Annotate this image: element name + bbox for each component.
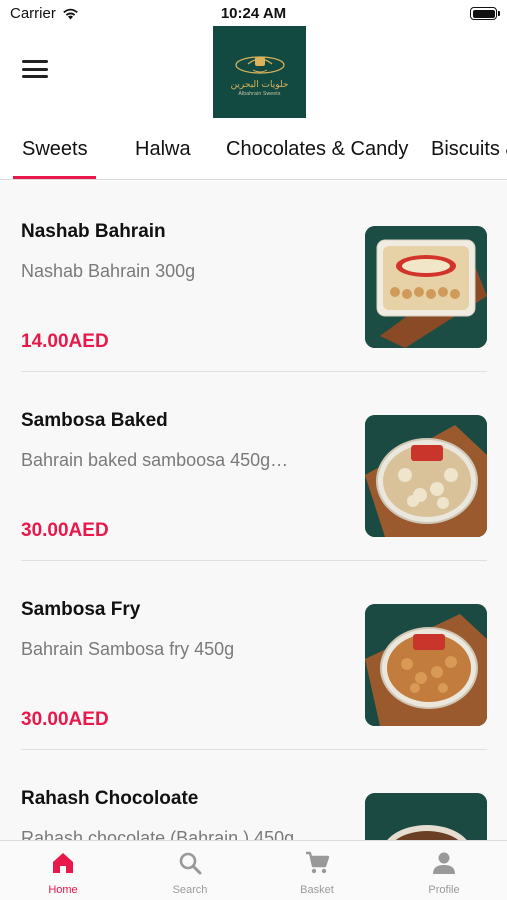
logo-text-arabic: حلويات البحرين xyxy=(230,79,289,90)
product-description: Nashab Bahrain 300g xyxy=(21,261,196,281)
status-bar: Carrier 10:24 AM xyxy=(0,0,507,28)
cart-icon xyxy=(306,851,330,874)
product-image[interactable] xyxy=(365,604,487,726)
product-image[interactable] xyxy=(365,415,487,537)
product-price: 30.00AED xyxy=(21,709,109,730)
product-name: Sambosa Fry xyxy=(21,599,141,620)
hamburger-icon xyxy=(22,60,48,63)
category-tabs: Sweets Halwa Chocolates & Candy Biscuits… xyxy=(0,124,507,180)
product-card[interactable]: Sambosa Baked Bahrain baked samboosa 450… xyxy=(0,370,507,561)
nashab-box-image xyxy=(365,226,487,348)
product-description: Bahrain baked samboosa 450g… xyxy=(21,450,289,470)
tab-sweets[interactable]: Sweets xyxy=(22,138,88,161)
logo-text-english: Albahrain Sweets xyxy=(238,90,281,97)
product-price: 30.00AED xyxy=(21,520,109,541)
product-name: Sambosa Baked xyxy=(21,410,168,431)
search-icon xyxy=(179,852,202,875)
product-price: 14.00AED xyxy=(21,331,109,352)
product-description: Rahash chocolate (Bahrain ) 450g xyxy=(21,828,295,840)
sambosa-baked-image xyxy=(365,415,487,537)
tabbar-label: Profile xyxy=(428,884,460,896)
sambosa-fry-image xyxy=(365,604,487,726)
tabbar-search[interactable]: Search xyxy=(127,841,253,900)
tabbar-label: Search xyxy=(172,884,208,896)
brand-logo: حلويات البحرين Albahrain Sweets xyxy=(213,26,306,118)
product-card[interactable]: Sambosa Fry Bahrain Sambosa fry 450g 30.… xyxy=(0,559,507,750)
tab-chocolates-candy[interactable]: Chocolates & Candy xyxy=(226,138,408,161)
home-icon xyxy=(53,853,73,873)
active-tab-indicator xyxy=(13,176,96,179)
product-name: Nashab Bahrain xyxy=(21,221,166,242)
rahash-image xyxy=(365,793,487,840)
logo-mark-icon xyxy=(234,55,285,74)
product-image[interactable] xyxy=(365,793,487,840)
tabbar-basket[interactable]: Basket xyxy=(254,841,380,900)
product-image[interactable] xyxy=(365,226,487,348)
tab-halwa[interactable]: Halwa xyxy=(135,138,191,161)
product-card[interactable]: Rahash Chocoloate Rahash chocolate (Bahr… xyxy=(0,748,507,840)
tab-biscuits[interactable]: Biscuits & xyxy=(431,138,507,161)
tabbar-profile[interactable]: Profile xyxy=(381,841,507,900)
battery-icon xyxy=(470,7,500,20)
person-icon xyxy=(433,852,455,874)
app-header: حلويات البحرين Albahrain Sweets xyxy=(0,26,507,124)
tabbar-label: Home xyxy=(48,884,78,896)
tabbar-home[interactable]: Home xyxy=(0,841,126,900)
bottom-tab-bar: Home Search Basket Profile xyxy=(0,840,507,900)
product-description: Bahrain Sambosa fry 450g xyxy=(21,639,235,659)
tabbar-label: Basket xyxy=(300,884,334,896)
product-name: Rahash Chocoloate xyxy=(21,788,199,809)
status-time: 10:24 AM xyxy=(220,5,287,22)
product-card[interactable]: Nashab Bahrain Nashab Bahrain 300g 14.00… xyxy=(0,181,507,372)
menu-button[interactable] xyxy=(22,60,48,82)
product-list[interactable]: Nashab Bahrain Nashab Bahrain 300g 14.00… xyxy=(0,181,507,840)
